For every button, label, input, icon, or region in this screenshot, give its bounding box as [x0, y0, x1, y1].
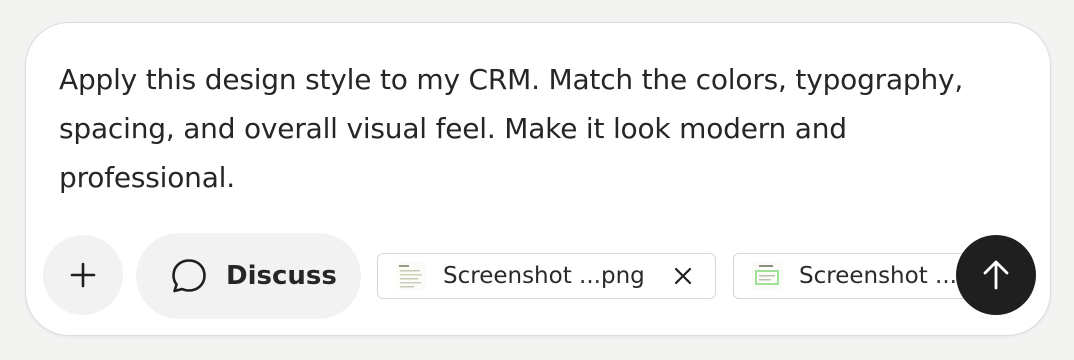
attachment-name: Screenshot ...png: [443, 263, 645, 289]
arrow-up-icon: [983, 260, 1009, 290]
attachment-chip[interactable]: Screenshot ...png: [377, 253, 716, 299]
chat-composer: Apply this design style to my CRM. Match…: [25, 22, 1051, 336]
attachment-name: Screenshot ...: [799, 263, 957, 289]
prompt-input[interactable]: Apply this design style to my CRM. Match…: [59, 55, 1014, 202]
attachment-chip[interactable]: Screenshot ...: [733, 253, 987, 299]
discuss-button[interactable]: Discuss: [136, 233, 361, 319]
add-button[interactable]: [43, 235, 123, 315]
close-icon[interactable]: [673, 266, 693, 286]
send-button[interactable]: [956, 235, 1036, 315]
image-thumbnail-icon: [752, 262, 782, 290]
discuss-label: Discuss: [226, 261, 337, 291]
speech-bubble-icon: [172, 259, 206, 293]
plus-icon: [70, 262, 96, 288]
image-thumbnail-icon: [396, 262, 426, 290]
